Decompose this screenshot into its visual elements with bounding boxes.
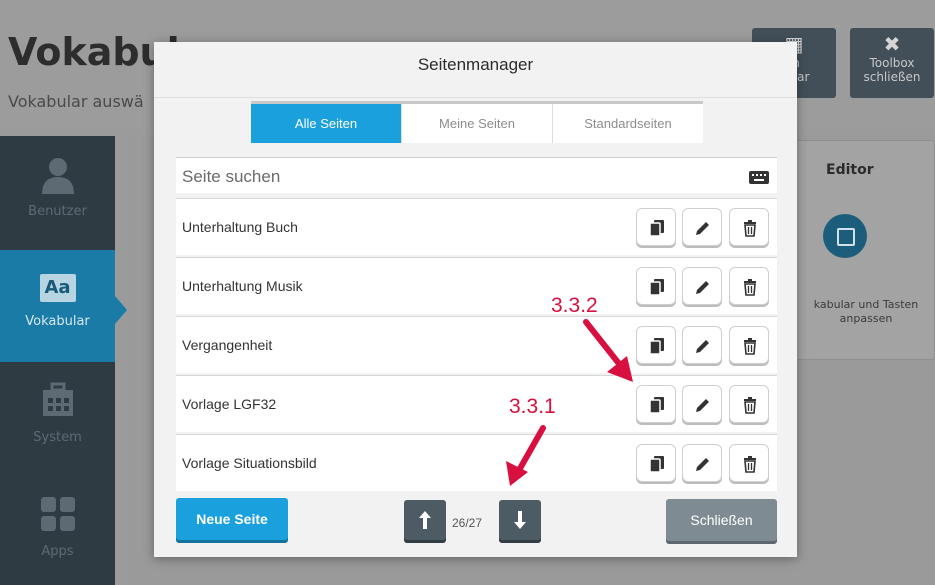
annotation-arrow-3-3-1 <box>506 425 546 486</box>
annotation-arrow-3-3-2 <box>583 319 633 382</box>
annotation-arrows <box>506 319 633 486</box>
